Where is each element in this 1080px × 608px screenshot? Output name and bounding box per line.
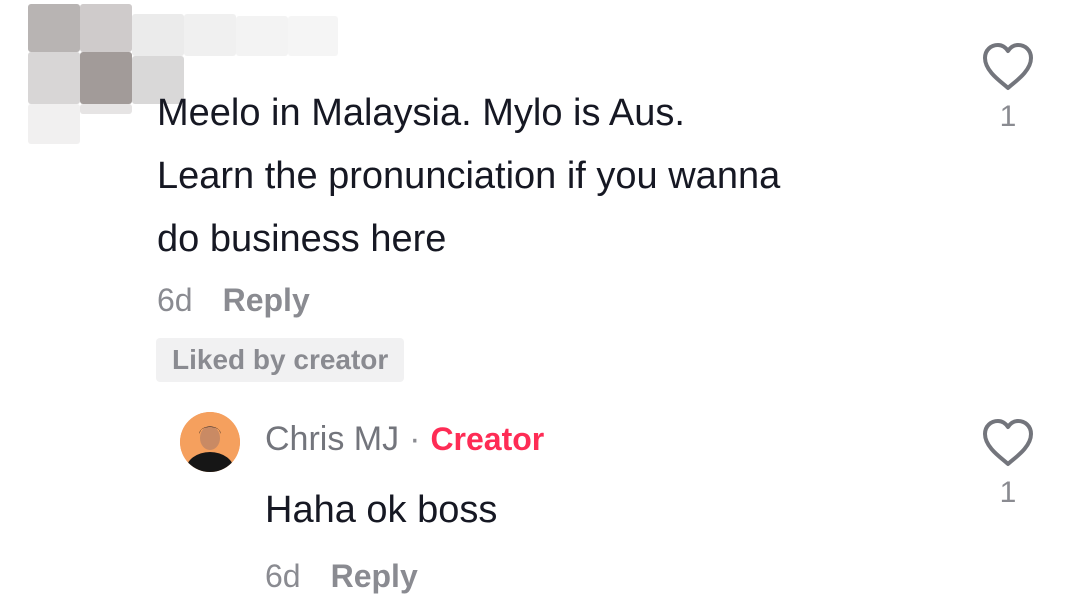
creator-tag: Creator [430, 421, 545, 457]
comment-text: Meelo in Malaysia. Mylo is Aus. Learn th… [157, 82, 937, 271]
reply-like-count: 1 [999, 476, 1017, 509]
comment-line: Learn the pronunciation if you wanna [157, 155, 781, 197]
comment-meta: 6d Reply [157, 282, 310, 319]
reply-author-name[interactable]: Chris MJ [265, 420, 399, 459]
liked-by-creator-badge: Liked by creator [156, 338, 405, 382]
reply-header: Chris MJ · Creator [265, 420, 544, 459]
comment-like-control: 1 [978, 42, 1038, 134]
reply-like-control: 1 [978, 418, 1038, 510]
comment-timestamp: 6d [157, 282, 193, 318]
comment-like-count: 1 [999, 100, 1017, 133]
reply-meta: 6d Reply [265, 558, 418, 595]
avatar[interactable] [180, 412, 240, 472]
heart-outline-icon[interactable] [981, 418, 1035, 468]
comment-line: Meelo in Malaysia. Mylo is Aus. [157, 92, 685, 134]
separator-dot: · [409, 420, 421, 458]
comment-reply-button[interactable]: Reply [223, 282, 310, 319]
heart-outline-icon[interactable] [981, 42, 1035, 92]
reply-reply-button[interactable]: Reply [331, 558, 418, 595]
reply-timestamp: 6d [265, 558, 301, 594]
reply-text: Haha ok boss [265, 489, 498, 531]
comment-line: do business here [157, 218, 447, 260]
